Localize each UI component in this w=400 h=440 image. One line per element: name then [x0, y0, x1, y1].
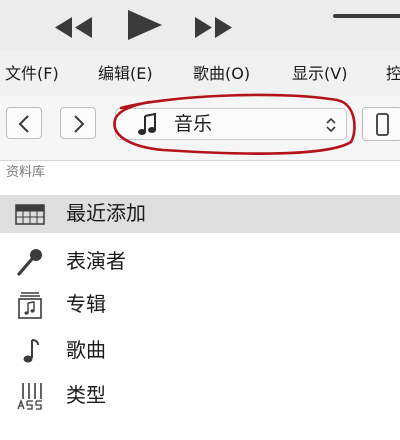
album-icon — [18, 292, 42, 319]
library-item-label: 歌曲 — [66, 338, 106, 362]
menu-song[interactable]: 歌曲(O) — [193, 64, 250, 84]
genre-icon — [17, 383, 42, 410]
menu-file[interactable]: 文件(F) — [5, 64, 59, 84]
toolbar: 音乐 — [0, 93, 400, 161]
menu-edit[interactable]: 编辑(E) — [98, 64, 153, 84]
menu-controls[interactable]: 控 — [386, 64, 400, 84]
fast-forward-icon[interactable] — [195, 17, 232, 38]
chevron-left-icon — [18, 115, 29, 133]
red-circle-annotation — [113, 93, 356, 155]
playback-controls — [0, 0, 400, 50]
library-item-songs[interactable]: 歌曲 — [0, 332, 400, 370]
music-note-icon — [23, 339, 39, 363]
library-item-artists[interactable]: 表演者 — [0, 243, 400, 281]
back-button[interactable] — [6, 107, 42, 139]
library-header: 资料库 — [6, 165, 46, 180]
library-item-genres[interactable]: 类型 — [0, 377, 400, 415]
library-item-albums[interactable]: 专辑 — [0, 286, 400, 324]
library-item-label: 表演者 — [66, 249, 126, 273]
chevron-right-icon — [74, 115, 85, 133]
library-item-label: 类型 — [66, 383, 106, 407]
microphone-icon — [17, 249, 42, 276]
volume-slider[interactable] — [333, 14, 400, 18]
library-item-label: 专辑 — [66, 292, 106, 316]
forward-button[interactable] — [60, 107, 96, 139]
library-item-recently-added[interactable]: 最近添加 — [0, 195, 400, 233]
library-item-label: 最近添加 — [66, 201, 146, 225]
menu-view[interactable]: 显示(V) — [292, 64, 347, 84]
phone-icon — [376, 113, 389, 136]
rewind-icon[interactable] — [55, 17, 92, 38]
recently-added-grid-icon — [15, 204, 45, 225]
menu-bar: 文件(F) 编辑(E) 歌曲(O) 显示(V) 控 — [0, 50, 400, 96]
device-button[interactable] — [362, 107, 400, 141]
play-icon[interactable] — [128, 10, 162, 40]
